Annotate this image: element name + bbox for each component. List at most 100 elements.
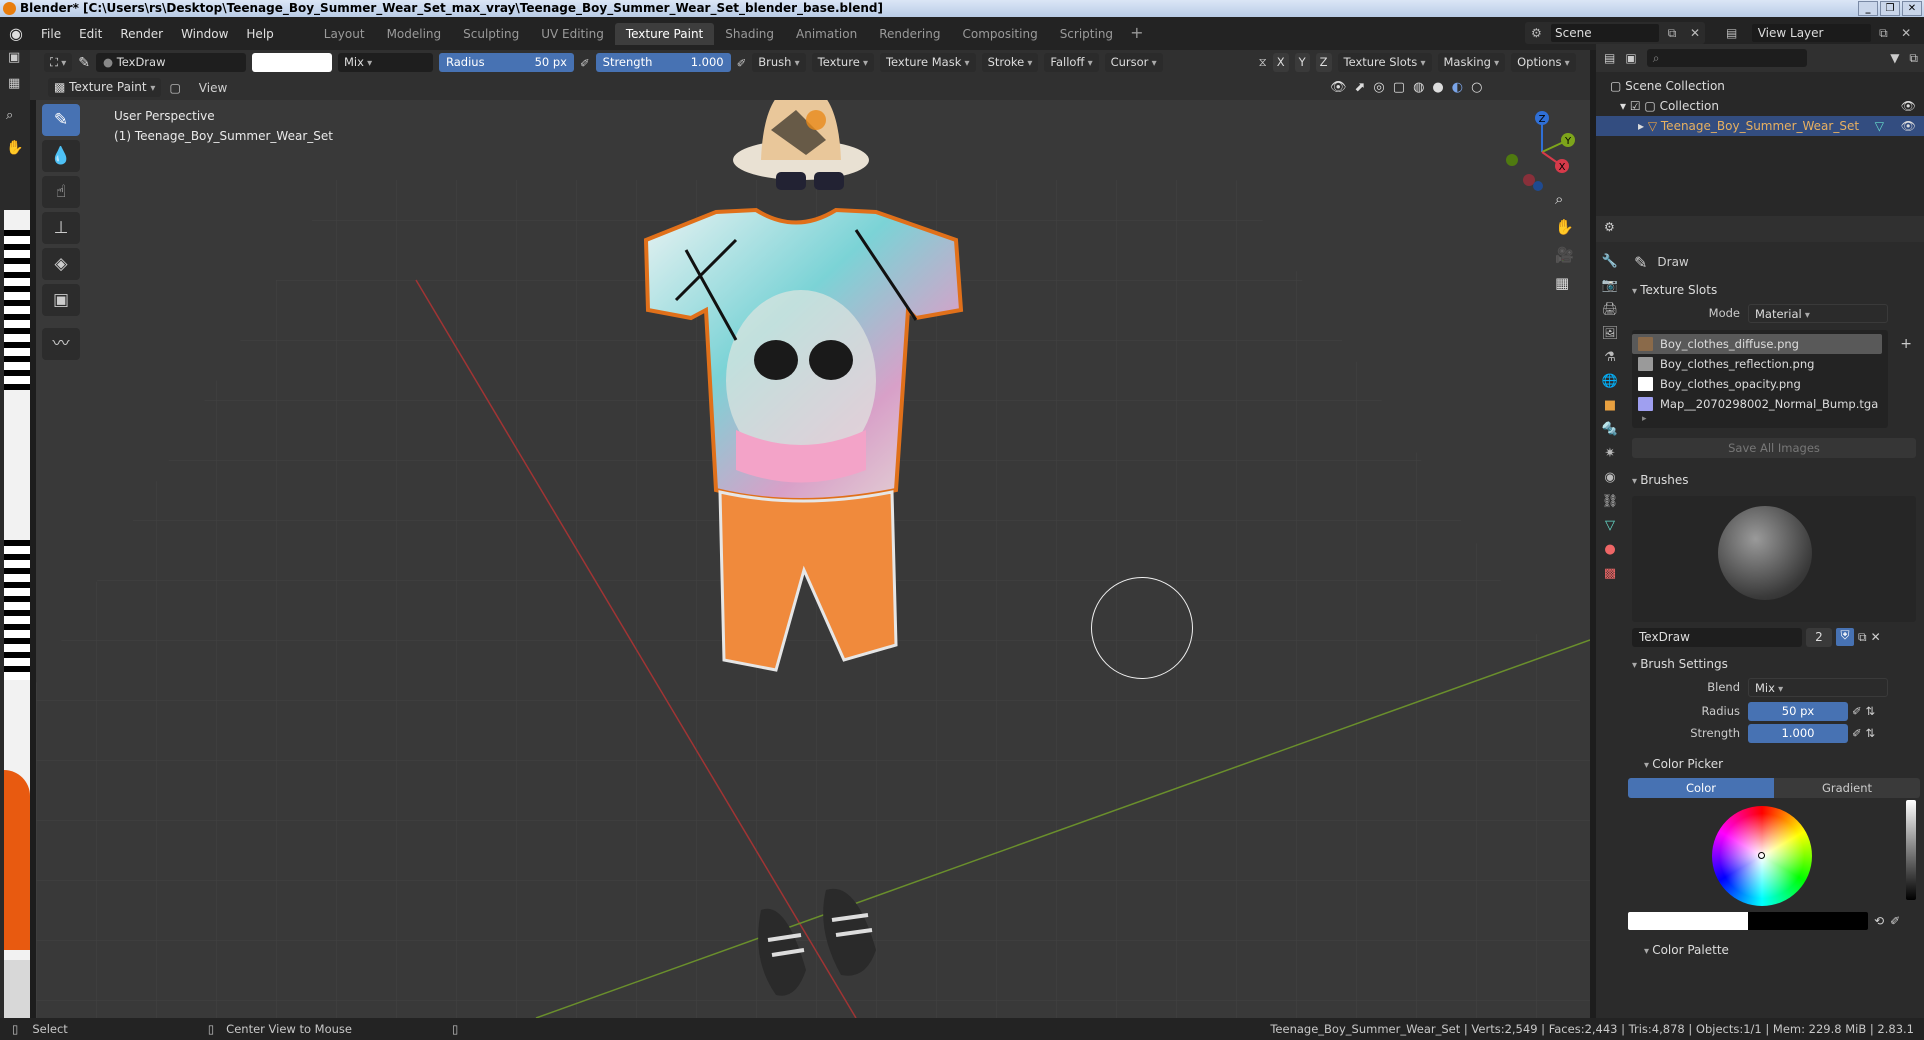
primary-secondary-color-swatch[interactable] bbox=[1628, 912, 1868, 930]
outliner-row-scene-collection[interactable]: ▢ Scene Collection bbox=[1596, 76, 1924, 96]
wireframe-shading-icon[interactable]: ◍ bbox=[1413, 80, 1424, 95]
particles-tab-icon[interactable]: ✷ bbox=[1605, 446, 1616, 461]
color-picker-panel-header[interactable]: Color Picker bbox=[1628, 752, 1920, 776]
swap-colors-icon[interactable]: ⟲ bbox=[1874, 914, 1884, 928]
brush-dropdown[interactable]: Brush bbox=[752, 53, 806, 72]
properties-editor-icon[interactable]: ⚙ bbox=[1596, 216, 1623, 238]
tab-compositing[interactable]: Compositing bbox=[951, 23, 1048, 45]
delete-scene-icon[interactable]: ✕ bbox=[1685, 26, 1705, 40]
scene-selector[interactable]: ⚙ Scene ⧉ ✕ bbox=[1525, 22, 1705, 44]
color-tab[interactable]: Color bbox=[1628, 778, 1774, 798]
mask-tool-icon[interactable]: ▣ bbox=[42, 284, 80, 316]
mirror-z-toggle[interactable]: Z bbox=[1315, 53, 1332, 72]
radius-unit-icon[interactable]: ⇅ bbox=[1866, 704, 1876, 718]
texture-tab-icon[interactable]: ▩ bbox=[1604, 566, 1616, 581]
add-workspace-icon[interactable]: + bbox=[1124, 23, 1149, 45]
maximize-button[interactable]: ❐ bbox=[1880, 1, 1900, 16]
texture-slot-item[interactable]: Boy_clothes_reflection.png bbox=[1632, 354, 1888, 374]
tool-tab-icon[interactable]: 🔧 bbox=[1602, 254, 1618, 269]
cursor-dropdown[interactable]: Cursor bbox=[1104, 53, 1163, 72]
strength-unit-icon[interactable]: ⇅ bbox=[1866, 726, 1876, 740]
pan-hand-icon[interactable]: ✋ bbox=[1555, 218, 1574, 236]
grid-icon[interactable]: ▦ bbox=[8, 76, 20, 91]
menu-help[interactable]: Help bbox=[237, 27, 282, 41]
material-tab-icon[interactable]: ● bbox=[1604, 542, 1615, 557]
strength-slider[interactable]: 1.000 bbox=[1748, 723, 1848, 743]
physics-tab-icon[interactable]: ◉ bbox=[1604, 470, 1615, 485]
expand-arrow-icon[interactable]: ▾ bbox=[1620, 99, 1630, 113]
texture-mode-dropdown[interactable]: Material bbox=[1748, 303, 1888, 323]
navigation-gizmo[interactable]: Z Y X bbox=[1494, 104, 1590, 200]
hand-icon[interactable]: ✋ bbox=[6, 140, 23, 156]
tool-mode-dropdown[interactable]: ⛶ bbox=[44, 53, 73, 72]
tab-layout[interactable]: Layout bbox=[313, 23, 376, 45]
brush-name-input[interactable]: TexDraw bbox=[1632, 627, 1802, 647]
delete-view-layer-icon[interactable]: ✕ bbox=[1896, 26, 1916, 40]
blender-menu-icon[interactable]: ◉ bbox=[0, 17, 32, 50]
tab-texture-paint[interactable]: Texture Paint bbox=[614, 22, 715, 45]
brushes-panel-header[interactable]: Brushes bbox=[1628, 468, 1920, 492]
outliner-editor-icon[interactable]: ▤ bbox=[1604, 51, 1615, 65]
texture-slot-item[interactable]: Map__2070298002_Normal_Bump.tga bbox=[1632, 394, 1888, 414]
color-wheel-cursor[interactable] bbox=[1758, 852, 1765, 859]
view-layer-name[interactable]: View Layer bbox=[1751, 24, 1871, 42]
texture-slot-item[interactable]: Boy_clothes_diffuse.png bbox=[1632, 334, 1882, 354]
texture-slots-panel-header[interactable]: Texture Slots bbox=[1628, 278, 1920, 302]
stroke-dropdown[interactable]: Stroke bbox=[981, 53, 1039, 72]
paint-mask-icon[interactable]: ▢ bbox=[169, 81, 180, 95]
3d-viewport[interactable] bbox=[36, 100, 1590, 1018]
draw-tool-icon[interactable]: ✎ bbox=[42, 104, 80, 136]
solid-shading-icon[interactable]: ● bbox=[1432, 80, 1443, 95]
output-tab-icon[interactable]: 🖨 bbox=[1602, 302, 1619, 317]
outliner-row-collection[interactable]: ▾ ☑ ▢ Collection 👁 bbox=[1596, 96, 1924, 116]
constraints-tab-icon[interactable]: ⛓ bbox=[1602, 494, 1619, 509]
view-layer-tab-icon[interactable]: 🖼 bbox=[1602, 326, 1619, 341]
color-pressure-icon[interactable]: ✐ bbox=[1890, 914, 1900, 928]
mode-dropdown[interactable]: ▩ Texture Paint bbox=[48, 78, 162, 97]
soften-tool-icon[interactable]: 💧 bbox=[42, 140, 80, 172]
view-menu[interactable]: View bbox=[189, 81, 237, 95]
material-shading-icon[interactable]: ◐ bbox=[1452, 80, 1463, 95]
strength-pressure-icon[interactable]: ✐ bbox=[1852, 726, 1862, 740]
new-view-layer-icon[interactable]: ⧉ bbox=[1871, 26, 1897, 41]
add-slot-icon[interactable]: + bbox=[1900, 336, 1912, 352]
fake-user-shield-icon[interactable]: ⛨ bbox=[1836, 628, 1854, 646]
brush-preview[interactable]: ▾ ▣ bbox=[1632, 496, 1916, 622]
brush-color-swatch[interactable] bbox=[252, 53, 332, 72]
value-slider[interactable] bbox=[1906, 800, 1916, 900]
outliner-row-object[interactable]: ▸ ▽ Teenage_Boy_Summer_Wear_Set ▽ 👁 bbox=[1596, 116, 1924, 136]
radius-slider[interactable]: 50 px bbox=[1748, 701, 1848, 721]
falloff-dropdown[interactable]: Falloff bbox=[1044, 53, 1099, 72]
tab-scripting[interactable]: Scripting bbox=[1049, 23, 1124, 45]
list-expand-arrow-icon[interactable]: ▸ bbox=[1632, 414, 1888, 424]
view-layer-selector[interactable]: ▤ View Layer ⧉ ✕ bbox=[1726, 22, 1916, 44]
masking-dropdown[interactable]: Masking bbox=[1437, 53, 1506, 72]
zoom-icon[interactable]: ⌕ bbox=[1555, 190, 1574, 208]
tab-shading[interactable]: Shading bbox=[714, 23, 785, 45]
gizmo-neg-x[interactable] bbox=[1523, 174, 1535, 186]
brush-settings-panel-header[interactable]: Brush Settings bbox=[1628, 652, 1920, 676]
tab-modeling[interactable]: Modeling bbox=[376, 23, 453, 45]
options-dropdown[interactable]: Options bbox=[1511, 53, 1576, 72]
annotate-tool-icon[interactable]: 〰 bbox=[42, 328, 80, 360]
texture-slot-item[interactable]: Boy_clothes_opacity.png bbox=[1632, 374, 1888, 394]
expand-arrow-icon[interactable]: ▸ bbox=[1638, 119, 1648, 133]
blend-dropdown-props[interactable]: Mix bbox=[1748, 677, 1888, 697]
new-scene-icon[interactable]: ⧉ bbox=[1659, 26, 1685, 41]
minimize-button[interactable]: _ bbox=[1858, 1, 1878, 16]
gizmo-neg-z[interactable] bbox=[1533, 181, 1543, 191]
save-all-images-button[interactable]: Save All Images bbox=[1632, 438, 1916, 458]
radius-pressure-icon[interactable]: ✐ bbox=[580, 56, 590, 70]
gizmo-neg-y[interactable] bbox=[1506, 154, 1518, 166]
fill-tool-icon[interactable]: ◈ bbox=[42, 248, 80, 280]
radius-field[interactable]: Radius 50 px bbox=[439, 53, 574, 72]
menu-file[interactable]: File bbox=[32, 27, 70, 41]
object-tab-icon[interactable]: ■ bbox=[1604, 398, 1616, 413]
eye-icon[interactable]: 👁 bbox=[1901, 116, 1916, 136]
editor-type-icon[interactable]: ▣ bbox=[8, 50, 20, 65]
scene-tab-icon[interactable]: ⚗ bbox=[1604, 350, 1616, 365]
mirror-x-toggle[interactable]: X bbox=[1272, 53, 1289, 72]
brush-name-field[interactable]: ● TexDraw bbox=[96, 53, 246, 72]
brush-users-count[interactable]: 2 bbox=[1806, 627, 1832, 647]
blend-dropdown[interactable]: Mix bbox=[338, 53, 433, 72]
